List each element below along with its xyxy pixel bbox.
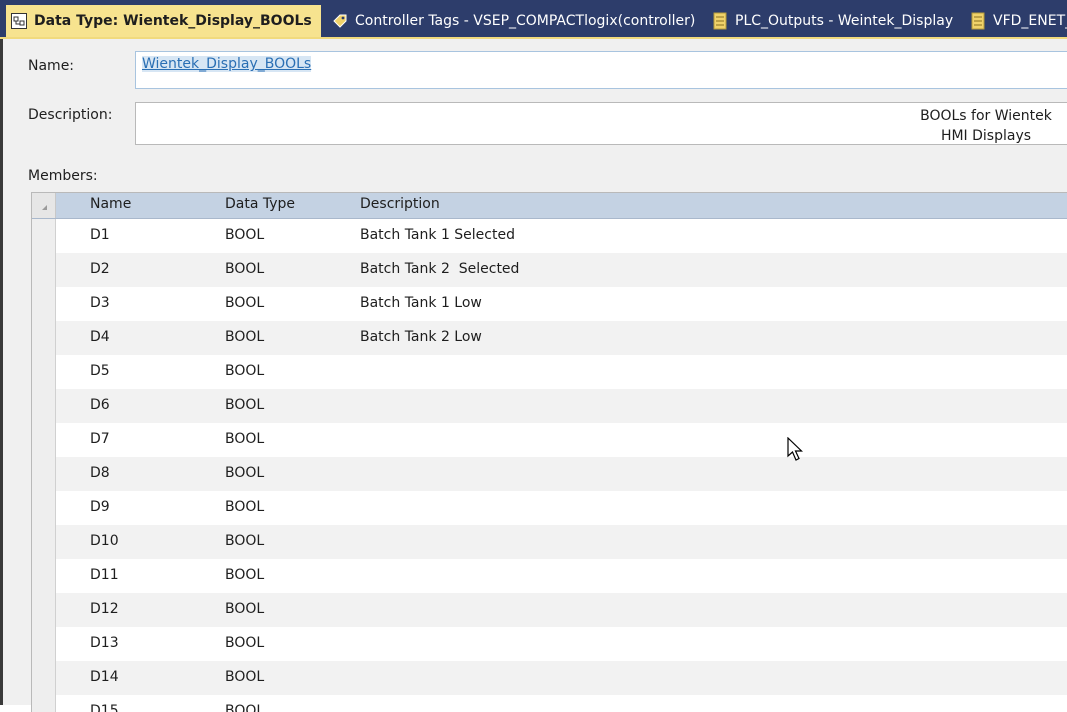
data-type-editor: Name: Wientek_Display_BOOLs Description:… xyxy=(0,39,1067,712)
row-header[interactable] xyxy=(32,287,56,321)
member-name-cell[interactable]: D11 xyxy=(90,567,119,583)
description-label: Description: xyxy=(28,107,113,123)
member-name-cell[interactable]: D5 xyxy=(90,363,110,379)
member-name-cell[interactable]: D8 xyxy=(90,465,110,481)
member-name-cell[interactable]: D2 xyxy=(90,261,110,277)
member-description-cell[interactable]: Batch Tank 2 Selected xyxy=(360,261,519,277)
table-row[interactable]: D8 BOOL xyxy=(32,457,1067,491)
member-description-cell[interactable]: Batch Tank 1 Low xyxy=(360,295,482,311)
member-name-cell[interactable]: D9 xyxy=(90,499,110,515)
member-type-cell[interactable]: BOOL xyxy=(225,703,264,712)
document-tab-strip: Data Type: Wientek_Display_BOOLs × Contr… xyxy=(0,0,1067,39)
member-type-cell[interactable]: BOOL xyxy=(225,227,264,243)
row-header[interactable] xyxy=(32,661,56,695)
tab-vfd-enet[interactable]: VFD_ENET_ xyxy=(965,6,1067,36)
member-type-cell[interactable]: BOOL xyxy=(225,669,264,685)
column-header-name[interactable]: Name xyxy=(90,196,131,212)
row-header[interactable] xyxy=(32,253,56,287)
row-header[interactable] xyxy=(32,457,56,491)
member-type-cell[interactable]: BOOL xyxy=(225,397,264,413)
row-header[interactable] xyxy=(32,525,56,559)
name-field[interactable]: Wientek_Display_BOOLs xyxy=(135,51,1067,89)
row-header[interactable] xyxy=(32,627,56,661)
table-row[interactable]: D13 BOOL xyxy=(32,627,1067,661)
member-name-cell[interactable]: D14 xyxy=(90,669,119,685)
member-type-cell[interactable]: BOOL xyxy=(225,295,264,311)
grid-header: Name Data Type Description xyxy=(32,193,1067,219)
table-row[interactable]: D11 BOOL xyxy=(32,559,1067,593)
row-header[interactable] xyxy=(32,593,56,627)
column-header-description[interactable]: Description xyxy=(360,196,440,212)
member-type-cell[interactable]: BOOL xyxy=(225,363,264,379)
description-field[interactable]: BOOLs for Wientek HMI Displays xyxy=(135,102,1067,145)
table-row[interactable]: D9 BOOL xyxy=(32,491,1067,525)
row-header[interactable] xyxy=(32,423,56,457)
member-description-cell[interactable]: Batch Tank 2 Low xyxy=(360,329,482,345)
tab-label: PLC_Outputs - Weintek_Display xyxy=(735,13,954,29)
row-header[interactable] xyxy=(32,491,56,525)
routine-icon xyxy=(969,12,987,30)
tab-label: Data Type: Wientek_Display_BOOLs xyxy=(34,13,312,29)
row-header[interactable] xyxy=(32,695,56,712)
member-type-cell[interactable]: BOOL xyxy=(225,635,264,651)
name-value: Wientek_Display_BOOLs xyxy=(142,56,312,72)
table-row[interactable]: D3 BOOL Batch Tank 1 Low xyxy=(32,287,1067,321)
table-row[interactable]: D4 BOOL Batch Tank 2 Low xyxy=(32,321,1067,355)
data-type-icon xyxy=(10,12,28,30)
tab-data-type[interactable]: Data Type: Wientek_Display_BOOLs × xyxy=(6,5,321,37)
corner-triangle-icon xyxy=(42,205,47,210)
member-type-cell[interactable]: BOOL xyxy=(225,533,264,549)
member-type-cell[interactable]: BOOL xyxy=(225,499,264,515)
member-name-cell[interactable]: D7 xyxy=(90,431,110,447)
member-type-cell[interactable]: BOOL xyxy=(225,567,264,583)
row-header[interactable] xyxy=(32,559,56,593)
table-row[interactable]: D7 BOOL xyxy=(32,423,1067,457)
mouse-pointer-icon xyxy=(787,436,805,467)
member-type-cell[interactable]: BOOL xyxy=(225,431,264,447)
row-header[interactable] xyxy=(32,389,56,423)
member-name-cell[interactable]: D6 xyxy=(90,397,110,413)
member-type-cell[interactable]: BOOL xyxy=(225,261,264,277)
member-name-cell[interactable]: D3 xyxy=(90,295,110,311)
member-description-cell[interactable]: Batch Tank 1 Selected xyxy=(360,227,515,243)
member-name-cell[interactable]: D13 xyxy=(90,635,119,651)
table-row[interactable]: D12 BOOL xyxy=(32,593,1067,627)
member-name-cell[interactable]: D15 xyxy=(90,703,119,712)
member-name-cell[interactable]: D10 xyxy=(90,533,119,549)
column-header-data-type[interactable]: Data Type xyxy=(225,196,295,212)
table-row[interactable]: D6 BOOL xyxy=(32,389,1067,423)
tag-icon xyxy=(331,12,349,30)
members-grid[interactable]: Name Data Type Description D1 BOOL Batch T… xyxy=(31,192,1067,712)
row-header[interactable] xyxy=(32,219,56,253)
tab-label: VFD_ENET_ xyxy=(993,13,1067,29)
table-row[interactable]: D15 BOOL xyxy=(32,695,1067,712)
tab-controller-tags[interactable]: Controller Tags - VSEP_COMPACTlogix(cont… xyxy=(327,6,699,36)
table-row[interactable]: D14 BOOL xyxy=(32,661,1067,695)
select-all-corner[interactable] xyxy=(32,193,56,218)
member-type-cell[interactable]: BOOL xyxy=(225,465,264,481)
member-name-cell[interactable]: D12 xyxy=(90,601,119,617)
description-line-1: BOOLs for Wientek xyxy=(920,108,1052,124)
tab-plc-outputs[interactable]: PLC_Outputs - Weintek_Display xyxy=(707,6,962,36)
name-label: Name: xyxy=(28,58,75,74)
tab-label: Controller Tags - VSEP_COMPACTlogix(cont… xyxy=(355,13,696,29)
table-row[interactable]: D1 BOOL Batch Tank 1 Selected xyxy=(32,219,1067,253)
row-header[interactable] xyxy=(32,355,56,389)
member-type-cell[interactable]: BOOL xyxy=(225,329,264,345)
routine-icon xyxy=(711,12,729,30)
row-header[interactable] xyxy=(32,321,56,355)
table-row[interactable]: D5 BOOL xyxy=(32,355,1067,389)
member-name-cell[interactable]: D4 xyxy=(90,329,110,345)
description-line-2: HMI Displays xyxy=(940,128,1032,144)
table-row[interactable]: D10 BOOL xyxy=(32,525,1067,559)
member-name-cell[interactable]: D1 xyxy=(90,227,110,243)
table-row[interactable]: D2 BOOL Batch Tank 2 Selected xyxy=(32,253,1067,287)
members-label: Members: xyxy=(28,168,98,184)
member-type-cell[interactable]: BOOL xyxy=(225,601,264,617)
